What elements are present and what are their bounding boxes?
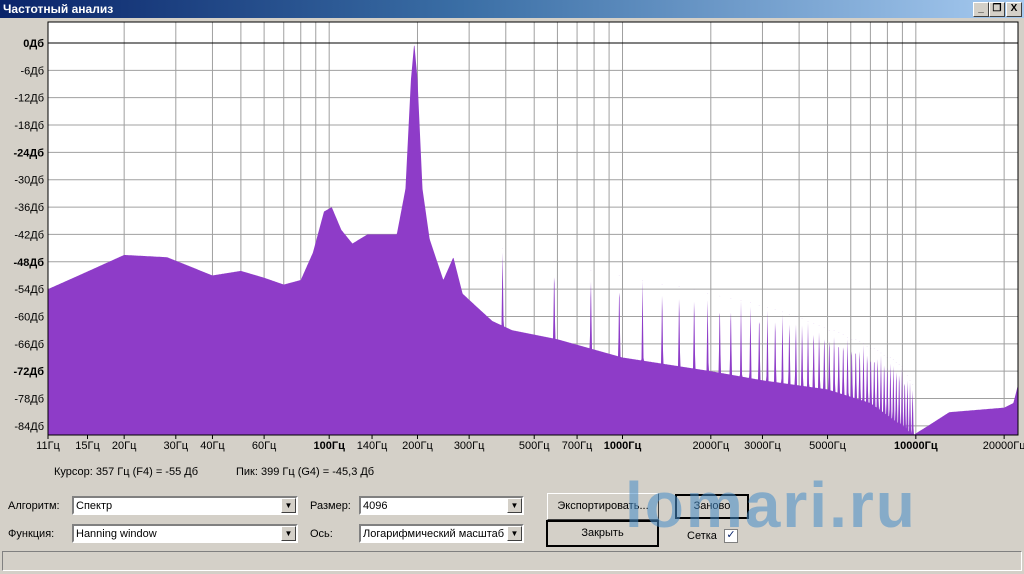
y-tick-label: -42Дб <box>14 229 44 241</box>
y-tick-label: -24Дб <box>13 147 44 159</box>
function-value: Hanning window <box>76 528 157 540</box>
x-tick-label: 300Гц <box>454 440 485 452</box>
x-tick-label: 11Гц <box>36 440 60 452</box>
y-tick-label: -72Дб <box>13 366 44 378</box>
chevron-down-icon[interactable]: ▼ <box>281 526 296 541</box>
grid-checkbox[interactable]: ✓ <box>724 529 738 543</box>
x-tick-label: 200Гц <box>402 440 433 452</box>
y-tick-label: -84Дб <box>14 421 44 433</box>
axis-label: Ось: <box>310 528 333 540</box>
redo-button[interactable]: Заново <box>675 494 749 519</box>
title-bar: Частотный анализ _ ❐ X <box>0 0 1024 18</box>
y-tick-label: -60Дб <box>14 311 44 323</box>
y-tick-label: -54Дб <box>14 284 44 296</box>
close-window-button[interactable]: X <box>1006 2 1022 17</box>
x-tick-label: 10000Гц <box>894 440 938 452</box>
spectrum-chart[interactable]: 0Дб -6Дб -12Дб -18Дб -24Дб -30Дб -36Дб -42Дб -48… <box>0 18 1024 460</box>
x-tick-label: 30Гц <box>164 440 189 452</box>
y-tick-label: -48Дб <box>13 257 44 269</box>
y-tick-label: -18Дб <box>14 120 44 132</box>
axis-value: Логарифмический масштаб <box>363 528 505 540</box>
x-tick-label: 140Гц <box>357 440 388 452</box>
algorithm-value: Спектр <box>76 500 113 512</box>
grid-label: Сетка <box>687 530 717 542</box>
size-select[interactable]: 4096 ▼ <box>359 496 524 515</box>
chevron-down-icon[interactable]: ▼ <box>281 498 296 513</box>
x-tick-label: 15Гц <box>75 440 100 452</box>
export-button[interactable]: Экспортировать... <box>547 493 659 520</box>
x-tick-label: 40Гц <box>200 440 225 452</box>
x-tick-label: 2000Гц <box>692 440 729 452</box>
chevron-down-icon[interactable]: ▼ <box>507 498 522 513</box>
y-tick-label: -12Дб <box>14 93 44 105</box>
cursor-readout: Курсор: 357 Гц (F4) = -55 Дб <box>54 466 198 478</box>
size-label: Размер: <box>310 500 351 512</box>
close-button[interactable]: Закрыть <box>546 520 659 547</box>
watermark-logo: lomari.ru <box>625 469 917 541</box>
status-bar <box>2 551 1022 571</box>
window-title: Частотный анализ <box>3 2 114 16</box>
minimize-button[interactable]: _ <box>973 2 989 17</box>
x-tick-label: 20Гц <box>112 440 137 452</box>
y-tick-label: -6Дб <box>20 65 44 77</box>
algorithm-select[interactable]: Спектр ▼ <box>72 496 298 515</box>
x-tick-label: 500Гц <box>519 440 550 452</box>
x-tick-label: 1000Гц <box>604 440 642 452</box>
x-tick-label: 5000Гц <box>809 440 846 452</box>
size-value: 4096 <box>363 500 388 512</box>
peak-readout: Пик: 399 Гц (G4) = -45,3 Дб <box>236 466 375 478</box>
x-tick-label: 700Гц <box>562 440 593 452</box>
x-tick-label: 100Гц <box>314 440 346 452</box>
y-tick-label: -30Дб <box>14 175 44 187</box>
y-tick-label: -78Дб <box>14 394 44 406</box>
y-tick-label: -66Дб <box>14 339 44 351</box>
axis-select[interactable]: Логарифмический масштаб ▼ <box>359 524 524 543</box>
chevron-down-icon[interactable]: ▼ <box>507 526 522 541</box>
x-tick-label: 20000Гц <box>983 440 1024 452</box>
x-tick-label: 60Гц <box>252 440 277 452</box>
algorithm-label: Алгоритм: <box>8 500 60 512</box>
restore-button[interactable]: ❐ <box>989 2 1005 17</box>
x-tick-label: 3000Гц <box>744 440 781 452</box>
function-label: Функция: <box>8 528 55 540</box>
function-select[interactable]: Hanning window ▼ <box>72 524 298 543</box>
y-tick-label: 0Дб <box>23 38 44 50</box>
y-tick-label: -36Дб <box>14 202 44 214</box>
